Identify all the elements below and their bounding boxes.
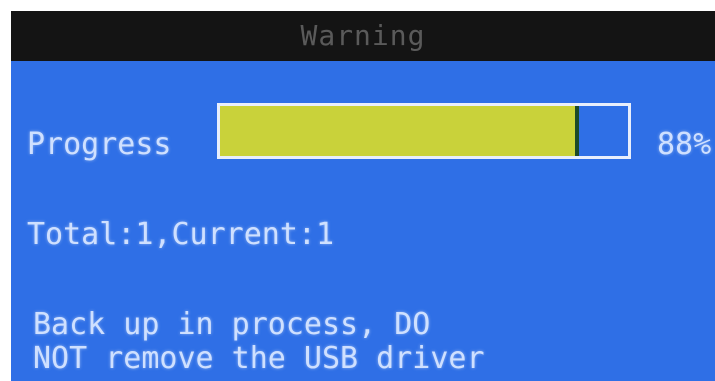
file-count-status: Total:1,Current:1: [27, 217, 335, 252]
warning-screen: Warning Progress 88% Total:1,Current:1 B…: [11, 11, 715, 381]
progress-percentage: 88%: [657, 127, 712, 162]
progress-label: Progress: [27, 127, 172, 162]
warning-message-line-1: Back up in process, DO: [33, 307, 431, 342]
progress-bar: [217, 103, 631, 159]
title-bar: Warning: [11, 11, 715, 61]
dialog-title: Warning: [300, 19, 426, 52]
warning-message-line-2: NOT remove the USB driver: [33, 341, 485, 376]
device-frame: Warning Progress 88% Total:1,Current:1 B…: [0, 0, 715, 381]
progress-bar-fill: [220, 106, 580, 156]
